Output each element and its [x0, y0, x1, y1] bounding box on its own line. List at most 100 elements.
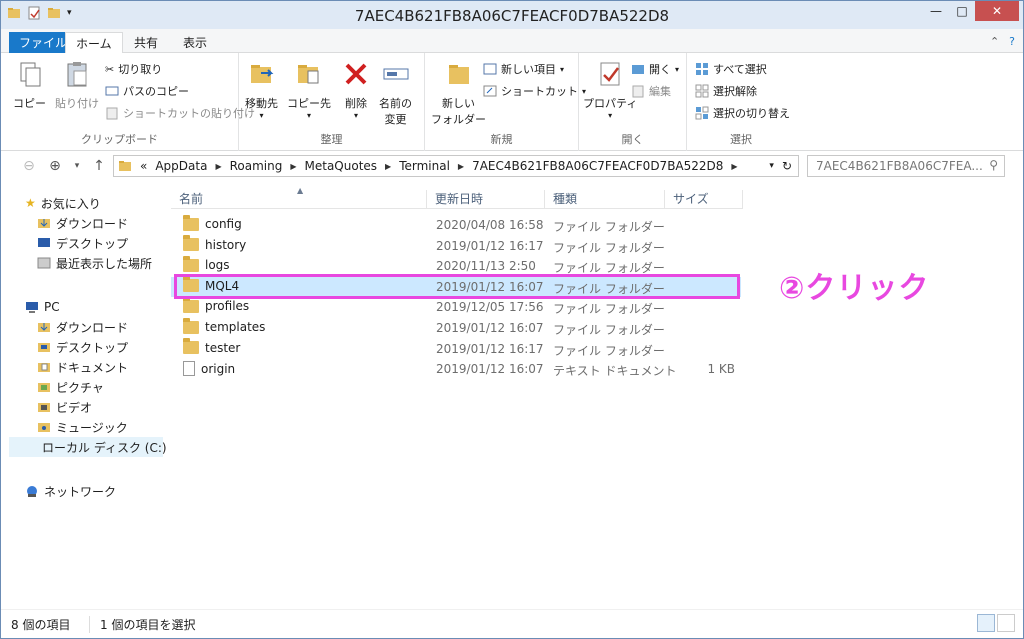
table-row[interactable]: templates 2019/01/12 16:07 ファイル フォルダー	[171, 317, 741, 338]
nav-favorites-label: お気に入り	[40, 196, 101, 211]
open-group-label: 開く	[621, 133, 644, 146]
text-file-icon	[183, 361, 195, 377]
chevron-right-icon[interactable]: ▶	[731, 162, 737, 171]
details-view-icon[interactable]	[977, 614, 995, 632]
file-type: ファイル フォルダー	[553, 302, 665, 317]
table-row[interactable]: history 2019/01/12 16:17 ファイル フォルダー	[171, 235, 741, 256]
copy-path-label: パスのコピー	[123, 85, 189, 98]
nav-network-label: ネットワーク	[44, 484, 117, 499]
copy-to-button[interactable]: コピー先 ▾	[287, 59, 331, 120]
address-bar[interactable]: « AppData ▶ Roaming ▶ MetaQuotes ▶ Termi…	[113, 155, 799, 177]
address-dropdown-icon[interactable]: ▾	[769, 161, 774, 171]
properties-label: プロパティ	[583, 97, 638, 110]
rename-label-line2: 変更	[384, 113, 407, 126]
close-button[interactable]: ✕	[975, 1, 1019, 21]
forward-button[interactable]: ⊕	[45, 156, 65, 176]
column-name[interactable]: ▲ 名前	[171, 186, 427, 208]
invert-selection-icon	[695, 106, 709, 120]
status-bar: 8 個の項目 1 個の項目を選択	[1, 609, 1023, 638]
help-icon[interactable]: ?	[1009, 35, 1015, 48]
table-row[interactable]: config 2020/04/08 16:58 ファイル フォルダー	[171, 214, 741, 235]
properties-button[interactable]: プロパティ ▾	[583, 59, 637, 120]
chevron-right-icon[interactable]: ▶	[458, 162, 464, 171]
nav-pc[interactable]: PC	[25, 297, 185, 317]
table-row[interactable]: tester 2019/01/12 16:17 ファイル フォルダー	[171, 338, 741, 359]
chevron-right-icon[interactable]: ▶	[215, 162, 221, 171]
column-date-label: 更新日時	[435, 192, 484, 206]
clipboard-group-label: クリップボード	[81, 133, 158, 146]
select-all-button[interactable]: すべて選択	[695, 61, 767, 77]
recent-places-icon	[37, 257, 51, 269]
path-icon	[105, 86, 119, 96]
tab-home[interactable]: ホーム	[65, 32, 123, 53]
nav-favorites[interactable]: ★ お気に入り	[25, 193, 185, 213]
file-date: 2019/01/12 16:07	[436, 279, 544, 294]
open-button[interactable]: 開く ▾	[631, 61, 679, 77]
paste-shortcut-button[interactable]: ショートカットの貼り付け	[105, 105, 255, 121]
table-row[interactable]: logs 2020/11/13 2:50 ファイル フォルダー	[171, 255, 741, 276]
select-none-button[interactable]: 選択解除	[695, 83, 757, 99]
up-button[interactable]: ↑	[89, 156, 109, 176]
recent-locations-button[interactable]: ▾	[67, 156, 87, 176]
breadcrumb-appdata[interactable]: AppData	[155, 159, 207, 173]
shortcut-button[interactable]: ショートカット ▾	[483, 83, 586, 99]
search-input[interactable]: 7AEC4B621FB8A06C7FEA... ⚲	[807, 155, 1005, 177]
ribbon-collapse-icon[interactable]: ⌃	[990, 35, 999, 48]
file-date: 2019/01/12 16:17	[436, 341, 544, 356]
back-button[interactable]: ⊖	[19, 156, 39, 176]
edit-button[interactable]: 編集	[631, 83, 671, 99]
maximize-button[interactable]: □	[949, 1, 975, 21]
minimize-button[interactable]: —	[923, 1, 949, 21]
copy-button[interactable]: コピー	[13, 59, 46, 111]
new-group-label: 新規	[490, 133, 513, 146]
copy-path-button[interactable]: パスのコピー	[105, 83, 189, 99]
delete-dropdown-icon: ▾	[353, 111, 358, 120]
column-header: ▲ 名前 更新日時 種類 サイズ	[171, 185, 743, 209]
properties-icon	[600, 62, 620, 86]
copy-to-dropdown-icon: ▾	[306, 111, 311, 120]
column-size[interactable]: サイズ	[665, 190, 743, 208]
breadcrumb-metaquotes[interactable]: MetaQuotes	[305, 159, 378, 173]
nav-item-label: ビデオ	[56, 400, 93, 415]
new-folder-icon	[448, 65, 469, 84]
cut-button[interactable]: ✂ 切り取り	[105, 61, 162, 77]
table-row[interactable]: MQL4 2019/01/12 16:07 ファイル フォルダー	[171, 276, 741, 297]
navigation-row: ⊖ ⊕ ▾ ↑ « AppData ▶ Roaming ▶ MetaQuotes…	[1, 153, 1023, 179]
chevron-right-icon[interactable]: ▶	[385, 162, 391, 171]
table-row[interactable]: origin 2019/01/12 16:07 テキスト ドキュメント 1 KB	[171, 359, 741, 379]
move-to-button[interactable]: 移動先 ▾	[245, 59, 278, 120]
organize-group: 移動先 ▾ コピー先 ▾ 削除 ▾ 名前の 変更 整理	[239, 53, 425, 151]
table-row[interactable]: profiles 2019/12/05 17:56 ファイル フォルダー	[171, 296, 741, 317]
file-name-cell: MQL4	[183, 276, 239, 293]
chevron-right-icon[interactable]: ▶	[290, 162, 296, 171]
rename-button[interactable]: 名前の 変更	[379, 59, 412, 127]
network-icon	[27, 486, 37, 497]
large-icons-view-icon[interactable]	[997, 614, 1015, 632]
column-date[interactable]: 更新日時	[427, 190, 545, 208]
folder-icon	[183, 317, 199, 334]
file-name: origin	[201, 361, 236, 376]
file-date: 2019/01/12 16:17	[436, 238, 544, 253]
open-group: プロパティ ▾ 開く ▾ 編集 開く	[579, 53, 687, 151]
breadcrumb-overflow[interactable]: «	[140, 159, 147, 173]
breadcrumb-current[interactable]: 7AEC4B621FB8A06C7FEACF0D7BA522D8	[472, 159, 723, 173]
invert-selection-button[interactable]: 選択の切り替え	[695, 105, 790, 121]
column-type[interactable]: 種類	[545, 190, 665, 208]
search-icon[interactable]: ⚲	[989, 158, 998, 172]
refresh-icon[interactable]: ↻	[782, 159, 792, 173]
select-group: すべて選択 選択解除 選択の切り替え 選択	[687, 53, 795, 151]
nav-item-local-disk[interactable]: ローカル ディスク (C:)	[9, 437, 167, 457]
invert-selection-label: 選択の切り替え	[713, 107, 790, 120]
new-folder-button[interactable]: 新しい フォルダー	[431, 59, 486, 127]
new-item-button[interactable]: 新しい項目 ▾	[483, 61, 564, 77]
paste-button[interactable]: 貼り付け	[55, 59, 99, 111]
delete-button[interactable]: 削除 ▾	[341, 59, 371, 120]
breadcrumb-terminal[interactable]: Terminal	[399, 159, 450, 173]
nav-item-label: 最近表示した場所	[56, 256, 153, 271]
nav-item-label: ピクチャ	[56, 380, 104, 395]
breadcrumb-roaming[interactable]: Roaming	[230, 159, 283, 173]
tab-share[interactable]: 共有	[124, 32, 168, 53]
move-to-dropdown-icon: ▾	[259, 111, 264, 120]
tab-view[interactable]: 表示	[173, 32, 217, 53]
nav-network[interactable]: ネットワーク	[25, 481, 185, 501]
